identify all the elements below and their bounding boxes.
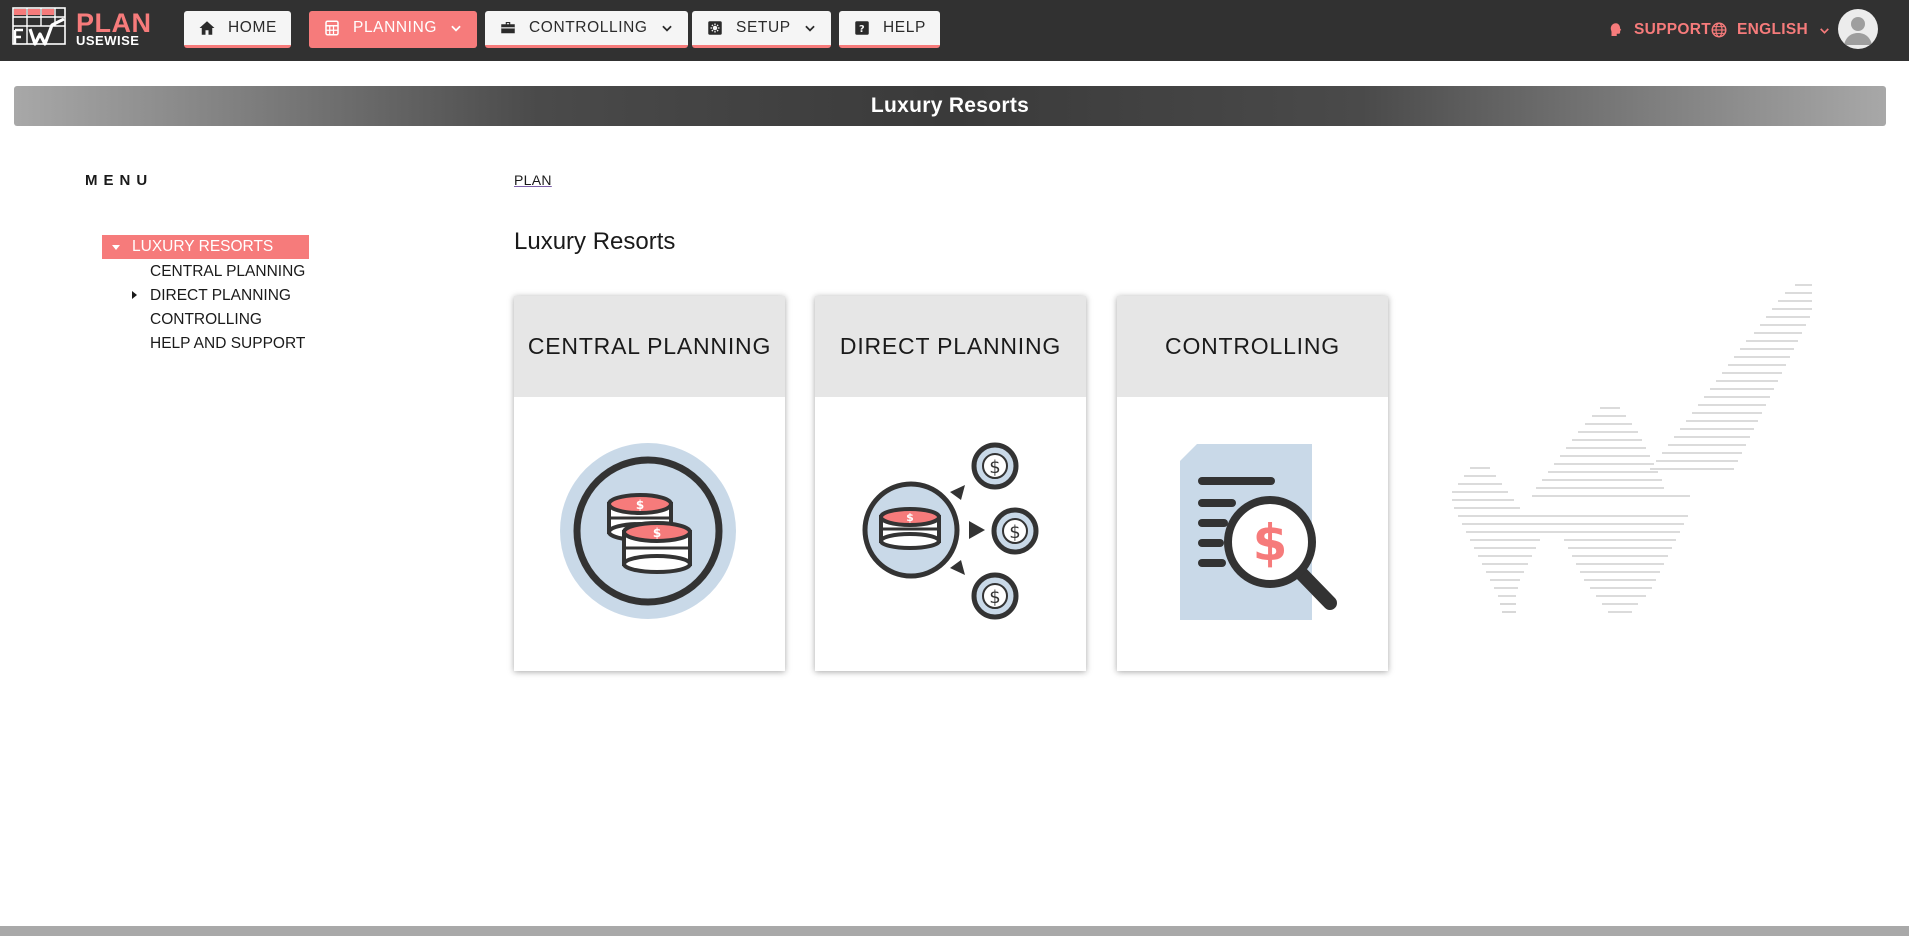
card-central-planning[interactable]: CENTRAL PLANNING $ $: [514, 296, 785, 671]
nav-home-button[interactable]: HOME: [184, 11, 291, 48]
card-body: $ $ $ $: [815, 397, 1086, 671]
document-magnifier-icon: $: [1180, 444, 1337, 620]
caret-down-icon: [112, 244, 120, 250]
support-head-icon: [1610, 23, 1622, 36]
tree-item-direct-planning[interactable]: DIRECT PLANNING: [150, 287, 291, 305]
svg-text:$: $: [1009, 522, 1020, 543]
logo-grid-icon: [12, 7, 66, 46]
support-label: SUPPORT: [1634, 21, 1712, 38]
nav-setup-label: SETUP: [736, 19, 791, 36]
question-square-icon: ?: [855, 21, 869, 35]
top-navigation-bar: PLAN USEWISE HOME PLANNING CONTROLLING S…: [0, 0, 1909, 61]
card-controlling[interactable]: CONTROLLING $: [1117, 296, 1388, 671]
tree-item-controlling[interactable]: CONTROLLING: [150, 311, 262, 329]
coins-circle-icon: $ $: [560, 443, 736, 619]
nav-help-button[interactable]: ? HELP: [839, 11, 940, 48]
nav-home-label: HOME: [228, 19, 277, 36]
svg-text:$: $: [1253, 514, 1288, 572]
card-body: $: [1117, 397, 1388, 671]
distribute-coins-icon: $ $ $ $: [862, 442, 1039, 620]
chevron-down-icon: [661, 25, 672, 32]
svg-text:$: $: [653, 526, 661, 540]
support-link[interactable]: SUPPORT: [1607, 18, 1711, 42]
language-selector[interactable]: ENGLISH: [1710, 18, 1831, 42]
chevron-down-icon: [804, 25, 815, 32]
language-label: ENGLISH: [1737, 21, 1808, 38]
chevron-down-icon: [1820, 27, 1829, 34]
menu-heading: MENU: [85, 172, 154, 189]
page-banner: Luxury Resorts: [14, 86, 1886, 126]
nav-setup-button[interactable]: SETUP: [692, 11, 831, 48]
nav-planning-label: PLANNING: [353, 19, 438, 36]
svg-text:$: $: [906, 511, 914, 524]
gear-icon: [708, 21, 722, 35]
logo-subtitle: USEWISE: [76, 33, 140, 48]
svg-text:$: $: [636, 498, 644, 512]
banner-title: Luxury Resorts: [870, 94, 1030, 117]
svg-text:$: $: [989, 457, 1000, 478]
usewise-watermark-logo: [1452, 284, 1812, 613]
svg-text:$: $: [989, 587, 1000, 608]
card-body: $ $: [514, 397, 785, 671]
card-title: CENTRAL PLANNING: [514, 296, 785, 397]
nav-help-label: HELP: [883, 19, 926, 36]
chevron-down-icon: [451, 25, 461, 32]
calendar-grid-icon: [325, 20, 339, 36]
nav-controlling-button[interactable]: CONTROLLING: [485, 11, 688, 48]
tree-item-central-planning[interactable]: CENTRAL PLANNING: [150, 263, 305, 281]
bottom-bar: [0, 926, 1909, 936]
user-avatar[interactable]: [1838, 9, 1878, 49]
globe-icon: [1711, 22, 1727, 38]
home-icon: [199, 21, 215, 35]
nav-planning-button[interactable]: PLANNING: [309, 11, 478, 48]
svg-text:?: ?: [859, 24, 865, 35]
briefcase-icon: [501, 22, 515, 34]
tree-root-label: LUXURY RESORTS: [132, 238, 274, 255]
page-title: Luxury Resorts: [514, 228, 676, 255]
caret-right-icon[interactable]: [132, 291, 137, 299]
card-title: DIRECT PLANNING: [815, 296, 1086, 397]
tree-item-luxury-resorts[interactable]: LUXURY RESORTS: [102, 235, 309, 259]
user-icon: [1844, 17, 1872, 45]
breadcrumb[interactable]: PLAN: [514, 172, 552, 188]
plan-usewise-logo[interactable]: PLAN USEWISE: [12, 7, 152, 47]
card-title: CONTROLLING: [1117, 296, 1388, 397]
nav-controlling-label: CONTROLLING: [529, 19, 648, 36]
card-direct-planning[interactable]: DIRECT PLANNING $ $ $ $: [815, 296, 1086, 671]
tree-item-help-and-support[interactable]: HELP AND SUPPORT: [150, 335, 305, 353]
